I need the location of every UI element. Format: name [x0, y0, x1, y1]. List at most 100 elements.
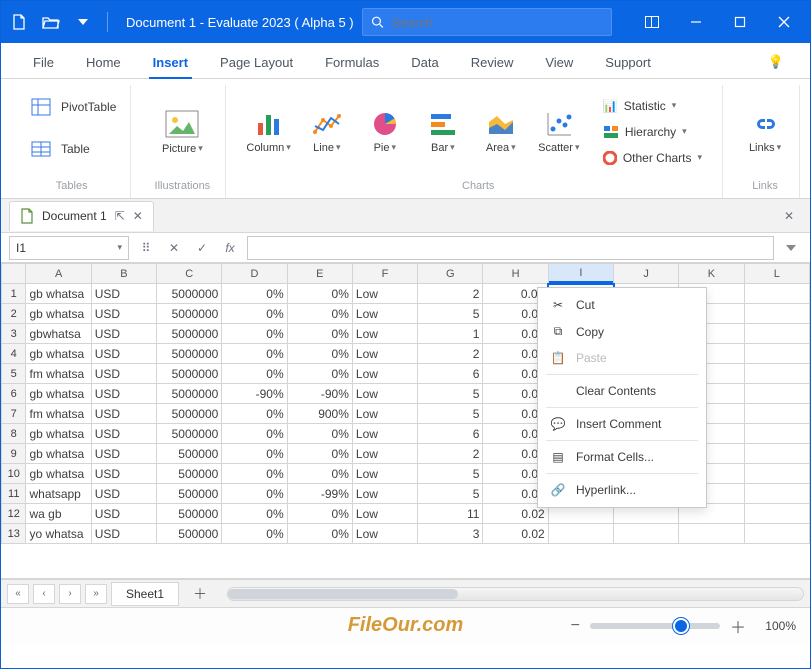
zoom-slider[interactable]	[590, 623, 720, 629]
cell[interactable]: Low	[352, 424, 417, 444]
cell[interactable]: -99%	[287, 484, 352, 504]
cell[interactable]: 2	[418, 344, 483, 364]
col-header-C[interactable]: C	[157, 264, 222, 284]
tab-page-layout[interactable]: Page Layout	[206, 47, 307, 78]
row-header[interactable]: 3	[2, 324, 26, 344]
cell[interactable]: 900%	[287, 404, 352, 424]
cell[interactable]: fm whatsa	[26, 404, 91, 424]
cell[interactable]: Low	[352, 284, 417, 304]
cell[interactable]: 0%	[222, 524, 287, 544]
fx-label[interactable]: fx	[219, 237, 241, 259]
tab-review[interactable]: Review	[457, 47, 528, 78]
cell[interactable]: 2	[418, 284, 483, 304]
cell[interactable]: 11	[418, 504, 483, 524]
lightbulb-icon[interactable]: 💡	[760, 46, 792, 78]
ctx-cut[interactable]: ✂Cut	[538, 292, 706, 318]
ctx-hyperlink[interactable]: 🔗Hyperlink...	[538, 477, 706, 503]
cell[interactable]: Low	[352, 404, 417, 424]
cell[interactable]	[548, 524, 613, 544]
cell[interactable]: 5000000	[157, 384, 222, 404]
spreadsheet-grid[interactable]: ABCDEFGHIJKL1gb whatsaUSD50000000%0%Low2…	[1, 263, 810, 579]
cell[interactable]: 0%	[222, 444, 287, 464]
cell[interactable]: yo whatsa	[26, 524, 91, 544]
line-chart-button[interactable]: Line▾	[301, 106, 353, 158]
name-box[interactable]: I1▾	[9, 236, 129, 260]
cell[interactable]: USD	[91, 464, 156, 484]
cell[interactable]: Low	[352, 464, 417, 484]
cell[interactable]: gb whatsa	[26, 284, 91, 304]
cell[interactable]: -90%	[287, 384, 352, 404]
row-header[interactable]: 1	[2, 284, 26, 304]
cell[interactable]: 0%	[287, 364, 352, 384]
cell[interactable]: 6	[418, 424, 483, 444]
minimize-button[interactable]	[674, 1, 718, 43]
zoom-slider-thumb[interactable]	[673, 618, 689, 634]
new-doc-icon[interactable]	[5, 8, 33, 36]
toolbar-dropdown-icon[interactable]	[69, 8, 97, 36]
cell[interactable]: fm whatsa	[26, 364, 91, 384]
sheet-nav-first[interactable]: «	[7, 584, 29, 604]
cell[interactable]	[744, 304, 809, 324]
open-doc-icon[interactable]	[37, 8, 65, 36]
cell[interactable]	[744, 424, 809, 444]
cell[interactable]: 5	[418, 484, 483, 504]
cell[interactable]: 0%	[287, 284, 352, 304]
row-header[interactable]: 9	[2, 444, 26, 464]
tab-data[interactable]: Data	[397, 47, 452, 78]
row-header[interactable]: 8	[2, 424, 26, 444]
sheet-tab-1[interactable]: Sheet1	[111, 582, 179, 606]
zoom-level[interactable]: 100%	[756, 619, 796, 633]
col-header-H[interactable]: H	[483, 264, 548, 284]
cell[interactable]: -90%	[222, 384, 287, 404]
row-header[interactable]: 5	[2, 364, 26, 384]
cell[interactable]: 500000	[157, 504, 222, 524]
cell[interactable]	[744, 284, 809, 304]
cell[interactable]: 5	[418, 404, 483, 424]
cell[interactable]: 500000	[157, 444, 222, 464]
cell[interactable]: 500000	[157, 464, 222, 484]
table-button[interactable]: Table	[21, 131, 96, 167]
cell[interactable]: 5000000	[157, 424, 222, 444]
cell[interactable]: gb whatsa	[26, 464, 91, 484]
name-box-dropdown-icon[interactable]: ▾	[117, 242, 122, 253]
accept-formula-icon[interactable]: ✓	[191, 237, 213, 259]
cell[interactable]: 2	[418, 444, 483, 464]
col-header-B[interactable]: B	[91, 264, 156, 284]
cell[interactable]: 5000000	[157, 404, 222, 424]
document-tab[interactable]: Document 1 ⇱ ✕	[9, 201, 154, 231]
cell[interactable]: 0%	[287, 304, 352, 324]
drag-handle-icon[interactable]: ⠿	[135, 237, 157, 259]
cell[interactable]: 0%	[222, 424, 287, 444]
close-button[interactable]	[762, 1, 806, 43]
cell[interactable]: Low	[352, 344, 417, 364]
area-chart-button[interactable]: Area▾	[475, 106, 527, 158]
cell[interactable]: USD	[91, 324, 156, 344]
scrollbar-thumb[interactable]	[228, 589, 458, 599]
picture-button[interactable]: Picture▾	[147, 105, 217, 159]
statistic-chart-button[interactable]: 📊Statistic▾	[597, 95, 708, 117]
ctx-insert-comment[interactable]: 💬Insert Comment	[538, 411, 706, 437]
col-header-I[interactable]: I	[548, 264, 613, 284]
cell[interactable]: USD	[91, 344, 156, 364]
pie-chart-button[interactable]: Pie▾	[359, 106, 411, 158]
cell[interactable]: 5000000	[157, 344, 222, 364]
cell[interactable]: 1	[418, 324, 483, 344]
row-header[interactable]: 2	[2, 304, 26, 324]
cell[interactable]: USD	[91, 444, 156, 464]
cell[interactable]: 5000000	[157, 304, 222, 324]
tab-formulas[interactable]: Formulas	[311, 47, 393, 78]
cell[interactable]: USD	[91, 384, 156, 404]
search-input[interactable]	[392, 15, 603, 30]
cell[interactable]: Low	[352, 504, 417, 524]
sheet-nav-prev[interactable]: ‹	[33, 584, 55, 604]
cell[interactable]: Low	[352, 304, 417, 324]
cell[interactable]: 0%	[287, 524, 352, 544]
horizontal-scrollbar[interactable]	[227, 587, 804, 601]
cell[interactable]: 0%	[287, 344, 352, 364]
cell[interactable]: Low	[352, 524, 417, 544]
cell[interactable]: 5	[418, 384, 483, 404]
ctx-clear-contents[interactable]: Clear Contents	[538, 378, 706, 404]
row-header[interactable]: 10	[2, 464, 26, 484]
cell[interactable]	[679, 524, 744, 544]
cell[interactable]: wa gb	[26, 504, 91, 524]
